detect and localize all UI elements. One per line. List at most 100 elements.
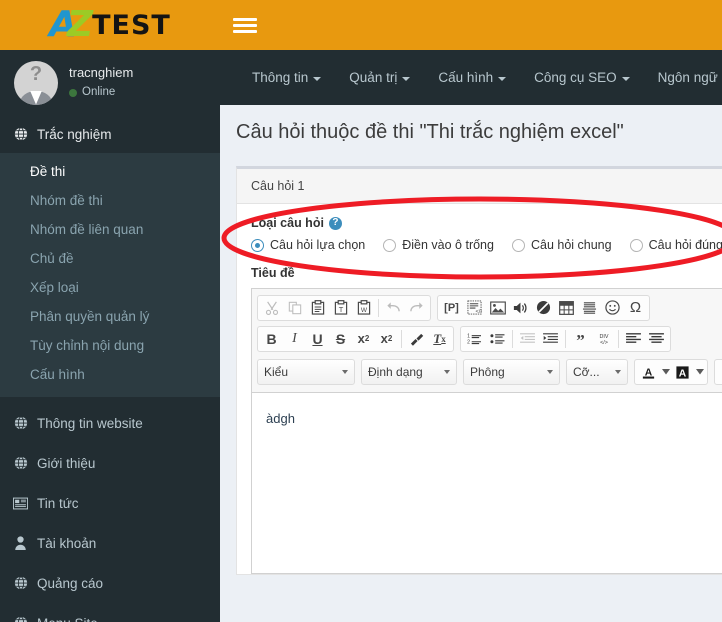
menu-toggle-icon[interactable] <box>233 14 257 36</box>
placeholder-icon[interactable]: [P] <box>440 297 463 319</box>
styles-combo[interactable]: Kiểu <box>257 359 355 385</box>
sidebar-item-chu-de[interactable]: Chủ đề <box>0 244 220 273</box>
sidebar-item-cau-hinh[interactable]: Cấu hình <box>0 360 220 389</box>
radio-option-dien-vao-o-trong[interactable]: Điền vào ô trống <box>383 238 494 252</box>
bg-color-icon[interactable]: A <box>671 361 694 383</box>
italic-icon[interactable]: I <box>283 328 306 350</box>
editor-toolbar-row-2: B I U S x2 x2 Tx 1 2 ” DIV </> <box>254 323 722 354</box>
radio-option-cau-hoi-dung-sai[interactable]: Câu hỏi đúng/sai <box>629 238 722 252</box>
admin-page: A Z TEST Thông tin Quản trị Cấu hình Công … <box>0 0 722 622</box>
sidebar-item-nhom-de-lien-quan[interactable]: Nhóm đề liên quan <box>0 215 220 244</box>
toolbar-separator <box>401 329 402 348</box>
user-status: Online <box>69 85 133 101</box>
blockquote-icon[interactable]: ” <box>569 328 592 350</box>
sidebar-item-tai-khoan[interactable]: Tài khoản <box>0 523 220 563</box>
bold-icon[interactable]: B <box>260 328 283 350</box>
special-char-icon[interactable]: Ω <box>624 297 647 319</box>
paste-icon[interactable] <box>306 297 329 319</box>
globe-icon <box>13 616 28 622</box>
sidebar-item-label: Menu Site <box>37 616 98 622</box>
nav-label: Quản trị <box>349 70 398 85</box>
align-center-icon[interactable] <box>645 328 668 350</box>
newspaper-icon <box>13 496 28 511</box>
strikethrough-icon[interactable]: S <box>329 328 352 350</box>
paste-word-icon[interactable]: W <box>352 297 375 319</box>
globe-icon <box>13 456 28 471</box>
indent-icon[interactable] <box>539 328 562 350</box>
logo-bar: A Z TEST <box>0 0 220 50</box>
undo-icon[interactable] <box>382 297 405 319</box>
sidebar-item-xep-loai[interactable]: Xếp loại <box>0 273 220 302</box>
text-color-caret-icon[interactable] <box>660 361 671 383</box>
help-icon[interactable]: ? <box>328 216 342 230</box>
sidebar-item-gioi-thieu[interactable]: Giới thiệu <box>0 443 220 483</box>
copy-icon[interactable] <box>283 297 306 319</box>
radio-option-cau-hoi-chung[interactable]: Câu hỏi chung <box>511 238 612 252</box>
sidebar-item-tin-tuc[interactable]: Tin tức <box>0 483 220 523</box>
superscript-icon[interactable]: x2 <box>375 328 398 350</box>
sidebar-item-menu-site[interactable]: Menu Site <box>0 603 220 622</box>
toolbar-separator <box>565 329 566 348</box>
nav-item-thong-tin[interactable]: Thông tin <box>238 70 335 85</box>
remove-format-icon[interactable]: Tx <box>428 328 451 350</box>
format-combo[interactable]: Định dạng <box>361 359 457 385</box>
styles-combo-label: Kiểu <box>264 365 289 379</box>
bulleted-list-icon[interactable] <box>486 328 509 350</box>
format-combo-label: Định dạng <box>368 365 423 379</box>
main-content: Câu hỏi thuộc đề thi "Thi trắc nghiệm ex… <box>220 105 722 622</box>
outdent-icon[interactable] <box>516 328 539 350</box>
sidebar-item-label: Tin tức <box>37 495 79 511</box>
site-logo[interactable]: A Z TEST <box>49 7 171 43</box>
sidebar-submenu: Đề thi Nhóm đề thi Nhóm đề liên quan Chủ… <box>0 153 220 397</box>
numbered-list-icon[interactable]: 12 <box>463 328 486 350</box>
nav-item-quan-tri[interactable]: Quản trị <box>335 70 424 85</box>
nav-item-cong-cu-seo[interactable]: Công cụ SEO <box>520 70 644 85</box>
radio-button[interactable] <box>383 238 397 252</box>
source-code-icon[interactable]: </> <box>463 297 486 319</box>
audio-icon[interactable] <box>509 297 532 319</box>
table-icon[interactable] <box>555 297 578 319</box>
nav-item-ngon-ngu[interactable]: Ngôn ngữ <box>644 70 722 85</box>
image-icon[interactable] <box>486 297 509 319</box>
radio-button[interactable] <box>251 238 264 252</box>
sidebar-item-thong-tin-website[interactable]: Thông tin website <box>0 403 220 443</box>
radio-label: Câu hỏi chung <box>530 238 612 252</box>
subscript-icon[interactable]: x2 <box>352 328 375 350</box>
radio-button[interactable] <box>511 238 525 252</box>
align-left-icon[interactable] <box>622 328 645 350</box>
copy-formatting-icon[interactable] <box>405 328 428 350</box>
flash-icon[interactable] <box>532 297 555 319</box>
sidebar-item-nhom-de-thi[interactable]: Nhóm đề thi <box>0 186 220 215</box>
text-color-icon[interactable]: A <box>637 361 660 383</box>
search-icon[interactable] <box>717 361 722 383</box>
horizontal-rule-icon[interactable] <box>578 297 601 319</box>
radio-label: Điền vào ô trống <box>402 238 494 252</box>
sidebar: tracnghiem Online Trắc nghiệm Đề thi Nhó… <box>0 50 220 622</box>
cut-icon[interactable] <box>260 297 283 319</box>
toolbar-separator <box>378 298 379 317</box>
paste-text-icon[interactable]: T <box>329 297 352 319</box>
hamburger-line <box>233 29 257 33</box>
editor-content-area[interactable]: àdgh <box>252 393 722 573</box>
radio-option-cau-hoi-lua-chon[interactable]: Câu hỏi lựa chọn <box>251 238 365 252</box>
font-combo[interactable]: Phông <box>463 359 560 385</box>
user-icon <box>13 536 28 551</box>
sidebar-section-trac-nghiem[interactable]: Trắc nghiệm <box>0 115 220 153</box>
sidebar-item-tuy-chinh-noi-dung[interactable]: Tùy chỉnh nội dung <box>0 331 220 360</box>
nav-item-cau-hinh[interactable]: Cấu hình <box>424 70 520 85</box>
bg-color-caret-icon[interactable] <box>694 361 705 383</box>
fontsize-combo[interactable]: Cỡ... <box>566 359 628 385</box>
sidebar-item-quang-cao[interactable]: Quảng cáo <box>0 563 220 603</box>
div-container-icon[interactable]: DIV </> <box>592 328 615 350</box>
user-status-label: Online <box>82 86 116 99</box>
nav-label: Ngôn ngữ <box>657 70 718 85</box>
underline-icon[interactable]: U <box>306 328 329 350</box>
radio-button[interactable] <box>629 238 643 252</box>
sidebar-item-phan-quyen-quan-ly[interactable]: Phân quyền quản lý <box>0 302 220 331</box>
font-combo-label: Phông <box>470 365 505 379</box>
smiley-icon[interactable] <box>601 297 624 319</box>
redo-icon[interactable] <box>405 297 428 319</box>
toolbar-separator <box>512 329 513 348</box>
page-title: Câu hỏi thuộc đề thi "Thi trắc nghiệm ex… <box>236 121 624 143</box>
sidebar-item-de-thi[interactable]: Đề thi <box>0 157 220 186</box>
